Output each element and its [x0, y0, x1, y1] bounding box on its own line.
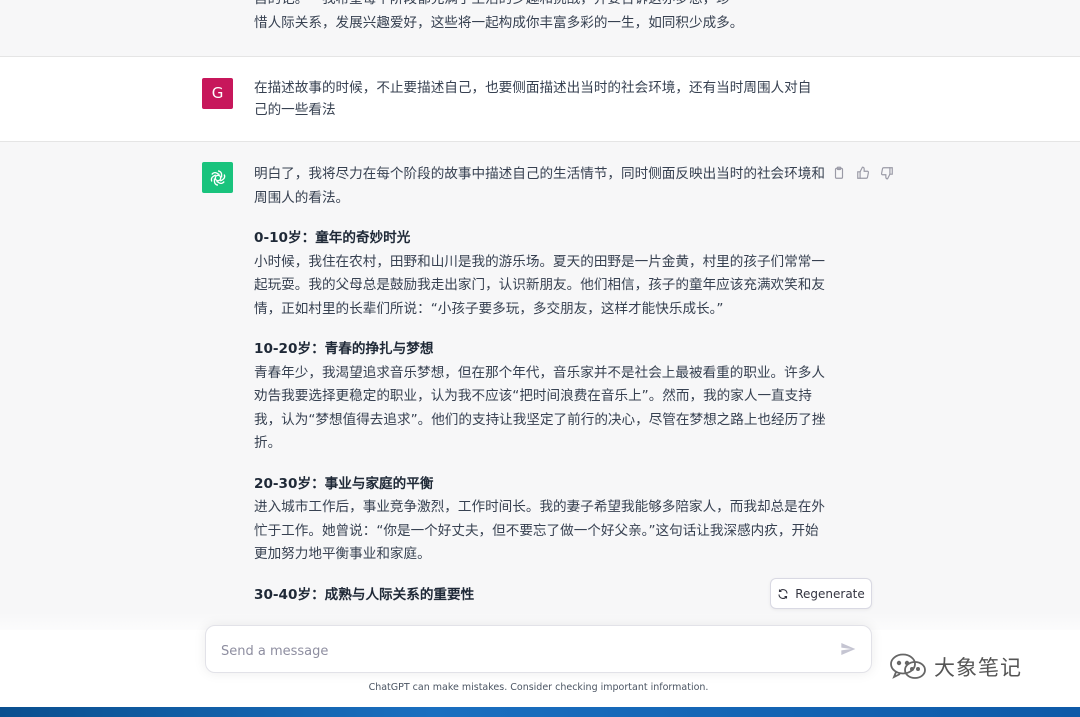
- watermark: 大象笔记: [888, 652, 1022, 682]
- section-heading: 0-10岁：童年的奇妙时光: [254, 230, 411, 246]
- section-heading: 10-20岁：青春的挣扎与梦想: [254, 341, 434, 357]
- user-message-text: 在描述故事的时候，不止要描述自己，也要侧面描述出当时的社会环境，还有当时周围人对…: [254, 80, 812, 118]
- section-heading: 30-40岁：成熟与人际关系的重要性: [254, 586, 475, 603]
- clipboard-icon[interactable]: [832, 166, 846, 180]
- thumbs-down-icon[interactable]: [880, 166, 894, 180]
- previous-assistant-message: 自的记。一我希望每个阶段都充满了生活的乡趣和挑战，并要告诉这亦梦想，珍 惜人际关…: [0, 0, 1080, 57]
- section-body: 青春年少，我渴望追求音乐梦想，但在那个年代，音乐家并不是社会上最被看重的职业。许…: [254, 364, 826, 452]
- assistant-message-body: 明白了，我将尽力在每个阶段的故事中描述自己的生活情节，同时侧面反映出当时的社会环…: [254, 163, 826, 607]
- previous-message-text: 自的记。一我希望每个阶段都充满了生活的乡趣和挑战，并要告诉这亦梦想，珍 惜人际关…: [254, 0, 744, 31]
- section-body: 进入城市工作后，事业竞争激烈，工作时间长。我的妻子希望我能够多陪家人，而我却总是…: [254, 499, 825, 562]
- assistant-intro: 明白了，我将尽力在每个阶段的故事中描述自己的生活情节，同时侧面反映出当时的社会环…: [254, 166, 825, 206]
- message-composer: [205, 625, 872, 673]
- thumbs-up-icon[interactable]: [856, 166, 870, 180]
- user-avatar: G: [202, 78, 233, 109]
- refresh-icon: [778, 588, 788, 599]
- send-icon[interactable]: [840, 641, 858, 659]
- section-heading: 20-30岁：事业与家庭的平衡: [254, 475, 434, 492]
- chatgpt-logo-icon: [202, 162, 233, 193]
- wechat-icon: [890, 653, 926, 679]
- section-body: 小时候，我住在农村，田野和山川是我的游乐场。夏天的田野是一片金黄，村里的孩子们常…: [254, 253, 825, 317]
- message-input[interactable]: [219, 638, 823, 664]
- taskbar-strip: [0, 707, 1080, 717]
- regenerate-button[interactable]: Regenerate: [770, 578, 872, 609]
- disclaimer-text: ChatGPT can make mistakes. Consider chec…: [368, 682, 709, 693]
- message-actions: [832, 166, 894, 180]
- watermark-text: 大象笔记: [934, 656, 1022, 680]
- regenerate-label: Regenerate: [795, 586, 865, 601]
